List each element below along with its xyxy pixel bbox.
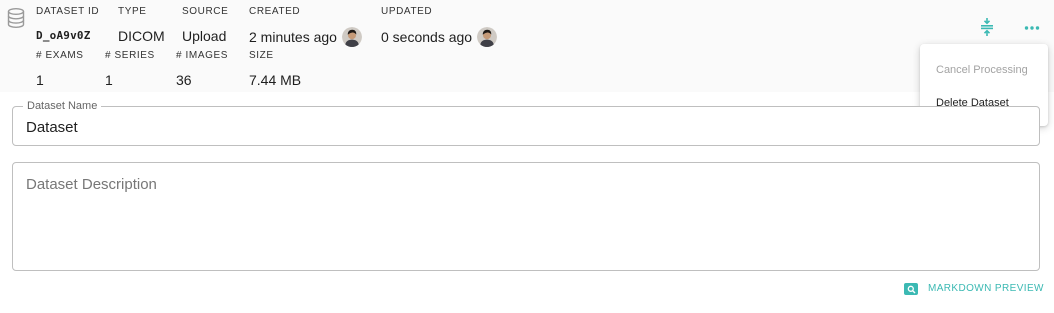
type-field: TYPE DICOM xyxy=(118,6,165,45)
user-avatar xyxy=(341,27,362,47)
dataset-id-label: DATASET ID xyxy=(36,6,100,17)
size-value: 7.44 MB xyxy=(249,72,302,88)
updated-field: UPDATED 0 seconds ago xyxy=(381,6,498,47)
dataset-id-value: D_oA9v0Z xyxy=(36,29,91,42)
dataset-name-label: Dataset Name xyxy=(23,99,102,113)
images-value: 36 xyxy=(176,72,192,88)
database-icon xyxy=(7,8,25,28)
more-options-button[interactable] xyxy=(1020,18,1044,38)
created-field: CREATED 2 minutes ago xyxy=(249,6,362,47)
search-icon xyxy=(904,283,918,295)
created-by-avatar[interactable] xyxy=(341,27,362,47)
exams-label: # EXAMS xyxy=(36,50,84,61)
series-label: # SERIES xyxy=(105,50,155,61)
collapse-icon xyxy=(981,18,993,36)
dataset-name-input[interactable]: Dataset xyxy=(26,119,78,137)
exams-value: 1 xyxy=(36,72,44,88)
updated-value: 0 seconds ago xyxy=(381,29,473,45)
user-avatar xyxy=(477,27,498,47)
created-label: CREATED xyxy=(249,6,301,17)
source-label: SOURCE xyxy=(182,6,229,17)
updated-label: UPDATED xyxy=(381,6,433,17)
source-value: Upload xyxy=(182,28,227,44)
more-horizontal-icon xyxy=(1024,26,1040,30)
menu-item-cancel-processing: Cancel Processing xyxy=(936,64,1028,76)
images-label: # IMAGES xyxy=(176,50,229,61)
updated-row: 0 seconds ago xyxy=(381,27,498,47)
updated-by-avatar[interactable] xyxy=(477,27,498,47)
series-field: # SERIES 1 xyxy=(105,50,155,89)
created-value: 2 minutes ago xyxy=(249,29,337,45)
created-row: 2 minutes ago xyxy=(249,27,362,47)
markdown-preview-label: MARKDOWN PREVIEW xyxy=(928,283,1044,294)
exams-field: # EXAMS 1 xyxy=(36,50,84,89)
images-field: # IMAGES 36 xyxy=(176,50,228,89)
size-field: SIZE 7.44 MB xyxy=(249,50,301,89)
dataset-description-placeholder: Dataset Description xyxy=(26,176,157,193)
collapse-button[interactable] xyxy=(977,17,997,37)
series-value: 1 xyxy=(105,72,113,88)
markdown-preview-button[interactable]: MARKDOWN PREVIEW xyxy=(904,282,1044,296)
dataset-id-field: DATASET ID D_oA9v0Z xyxy=(36,6,99,45)
size-label: SIZE xyxy=(249,50,274,61)
dataset-name-field[interactable]: Dataset Name Dataset xyxy=(12,99,1040,146)
dataset-description-field[interactable]: Dataset Description xyxy=(12,162,1040,271)
source-field: SOURCE Upload xyxy=(182,6,228,45)
type-label: TYPE xyxy=(118,6,147,17)
type-value: DICOM xyxy=(118,28,165,44)
dataset-header: DATASET ID D_oA9v0Z TYPE DICOM SOURCE Up… xyxy=(0,0,1054,92)
